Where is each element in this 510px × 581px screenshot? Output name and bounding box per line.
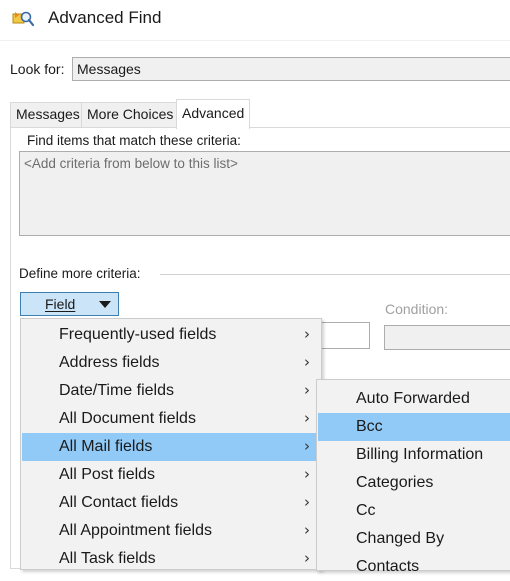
menu-item-label: Date/Time fields bbox=[59, 382, 174, 399]
menu-item-all-contact-fields[interactable]: All Contact fields › bbox=[22, 489, 320, 517]
title-bar: Advanced Find bbox=[0, 0, 510, 40]
condition-label: Condition: bbox=[385, 301, 449, 317]
menu-item-all-mail-fields[interactable]: All Mail fields › bbox=[22, 433, 320, 461]
menu-item-all-post-fields[interactable]: All Post fields › bbox=[22, 461, 320, 489]
submenu-item-label: Contacts bbox=[356, 558, 420, 575]
field-name-input[interactable] bbox=[318, 322, 370, 349]
menu-item-label: All Appointment fields bbox=[59, 522, 212, 539]
mail-fields-submenu: Auto Forwarded Bcc Billing Information C… bbox=[316, 379, 510, 575]
chevron-right-icon: › bbox=[304, 437, 310, 455]
field-menu: Frequently-used fields › Address fields … bbox=[20, 318, 322, 570]
submenu-item-categories[interactable]: Categories bbox=[318, 469, 510, 497]
submenu-item-label: Categories bbox=[356, 474, 434, 491]
criteria-label: Find items that match these criteria: bbox=[27, 133, 241, 148]
submenu-item-label: Auto Forwarded bbox=[356, 390, 470, 407]
chevron-right-icon: › bbox=[304, 409, 310, 427]
submenu-item-cc[interactable]: Cc bbox=[318, 497, 510, 525]
chevron-right-icon: › bbox=[304, 325, 310, 343]
tab-more-choices[interactable]: More Choices bbox=[81, 102, 180, 127]
caret-down-icon bbox=[99, 301, 111, 308]
submenu-item-auto-forwarded[interactable]: Auto Forwarded bbox=[318, 385, 510, 413]
criteria-placeholder: <Add criteria from below to this list> bbox=[24, 156, 238, 171]
condition-select[interactable] bbox=[384, 325, 510, 350]
menu-item-label: All Task fields bbox=[59, 550, 156, 567]
look-for-label: Look for: bbox=[10, 61, 65, 77]
title-divider bbox=[0, 40, 510, 41]
tab-label: Messages bbox=[16, 106, 80, 122]
menu-item-label: Address fields bbox=[59, 354, 160, 371]
tab-label: Advanced bbox=[182, 105, 245, 121]
define-criteria-divider bbox=[160, 274, 510, 275]
chevron-right-icon: › bbox=[304, 353, 310, 371]
field-button[interactable]: Field bbox=[20, 292, 119, 316]
menu-item-date-time-fields[interactable]: Date/Time fields › bbox=[22, 377, 320, 405]
menu-item-label: All Post fields bbox=[59, 466, 156, 483]
menu-item-address-fields[interactable]: Address fields › bbox=[22, 349, 320, 377]
menu-item-all-document-fields[interactable]: All Document fields › bbox=[22, 405, 320, 433]
define-criteria-label: Define more criteria: bbox=[19, 266, 141, 281]
chevron-right-icon: › bbox=[304, 549, 310, 567]
submenu-item-label: Bcc bbox=[356, 418, 383, 435]
menu-item-all-appointment-fields[interactable]: All Appointment fields › bbox=[22, 517, 320, 545]
menu-item-frequently-used-fields[interactable]: Frequently-used fields › bbox=[22, 321, 320, 349]
menu-item-label: Frequently-used fields bbox=[59, 326, 217, 343]
look-for-value: Messages bbox=[77, 61, 141, 77]
field-button-label: Field bbox=[45, 296, 76, 312]
look-for-select[interactable]: Messages bbox=[72, 57, 510, 81]
menu-item-label: All Document fields bbox=[59, 410, 196, 427]
window-title: Advanced Find bbox=[48, 8, 162, 27]
menu-item-label: All Mail fields bbox=[59, 438, 153, 455]
tab-advanced[interactable]: Advanced bbox=[176, 99, 251, 129]
submenu-item-contacts[interactable]: Contacts bbox=[318, 553, 510, 581]
submenu-item-label: Cc bbox=[356, 502, 376, 519]
criteria-list[interactable]: <Add criteria from below to this list> bbox=[19, 151, 510, 236]
submenu-item-billing-information[interactable]: Billing Information bbox=[318, 441, 510, 469]
menu-item-label: All Contact fields bbox=[59, 494, 179, 511]
submenu-item-label: Billing Information bbox=[356, 446, 484, 463]
submenu-item-bcc[interactable]: Bcc bbox=[318, 413, 510, 441]
menu-item-all-task-fields[interactable]: All Task fields › bbox=[22, 545, 320, 573]
chevron-right-icon: › bbox=[304, 521, 310, 539]
tab-messages[interactable]: Messages bbox=[10, 102, 86, 127]
submenu-item-changed-by[interactable]: Changed By bbox=[318, 525, 510, 553]
chevron-right-icon: › bbox=[304, 381, 310, 399]
tab-label: More Choices bbox=[87, 106, 174, 122]
advanced-find-icon bbox=[12, 10, 35, 28]
chevron-right-icon: › bbox=[304, 465, 310, 483]
submenu-item-label: Changed By bbox=[356, 530, 445, 547]
chevron-right-icon: › bbox=[304, 493, 310, 511]
